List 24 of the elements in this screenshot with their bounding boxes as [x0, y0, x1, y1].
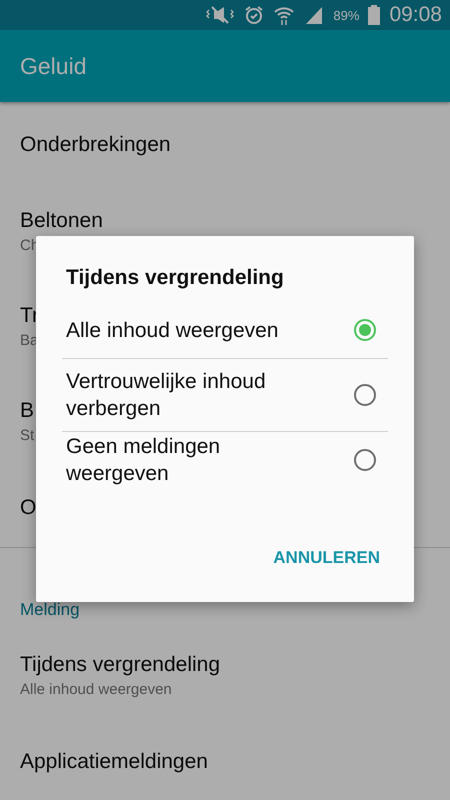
setting-title[interactable]: Tijdens vergrendeling	[20, 653, 220, 677]
section-header: Melding	[20, 600, 80, 620]
setting-title[interactable]: O	[20, 496, 36, 520]
battery-icon	[368, 5, 380, 25]
setting-title[interactable]: Onderbrekingen	[20, 133, 171, 157]
battery-percentage: 89%	[333, 8, 360, 22]
radio-button[interactable]	[354, 384, 376, 406]
clock-time: 09:08	[389, 3, 442, 27]
signal-icon	[304, 5, 324, 25]
option-label[interactable]: Geen meldingen weergeven	[66, 433, 316, 487]
option-label[interactable]: Vertrouwelijke inhoud verbergen	[66, 368, 316, 422]
dialog-title: Tijdens vergrendeling	[66, 266, 284, 290]
radio-button[interactable]	[354, 449, 376, 471]
setting-summary: Alle inhoud weergeven	[20, 681, 172, 698]
wifi-icon	[273, 5, 296, 25]
setting-title[interactable]: Beltonen	[20, 209, 103, 233]
setting-title[interactable]: Applicatiemeldingen	[20, 750, 208, 774]
vibrate-mute-icon	[205, 5, 236, 25]
alarm-clock-icon	[244, 5, 264, 25]
option-label[interactable]: Alle inhoud weergeven	[66, 316, 316, 344]
screen-title: Geluid	[20, 52, 86, 80]
radio-button[interactable]	[354, 319, 376, 341]
setting-title[interactable]: B	[20, 399, 34, 423]
setting-summary: St	[20, 427, 34, 444]
